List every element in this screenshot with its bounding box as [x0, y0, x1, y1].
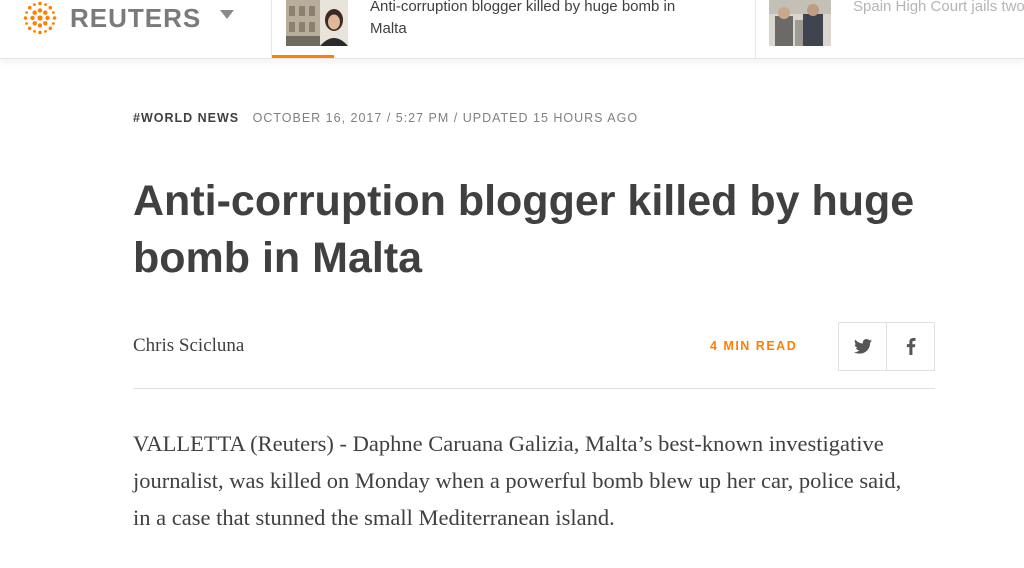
article-title: Anti-corruption blogger killed by huge b…: [133, 177, 915, 282]
top-navigation-bar: REUTERS Anti-corruption blogger killed b…: [0, 0, 1024, 59]
top-story-2[interactable]: Spain High Court jails two separatist le…: [755, 0, 1024, 58]
share-twitter-button[interactable]: [839, 323, 886, 370]
logo-wordmark: REUTERS: [70, 3, 202, 33]
read-time-label: 4 MIN READ: [710, 339, 798, 353]
share-facebook-button[interactable]: [886, 323, 934, 370]
article-dateline: OCTOBER 16, 2017 / 5:27 PM / UPDATED 15 …: [252, 111, 639, 125]
article-lede-paragraph: VALLETTA (Reuters) - Daphne Caruana Gali…: [133, 431, 902, 530]
story-thumbnail-image: [286, 0, 348, 46]
article-meta: #WORLD NEWS OCTOBER 16, 2017 / 5:27 PM /…: [133, 111, 638, 125]
section-tag-link[interactable]: #WORLD NEWS: [133, 111, 239, 125]
reuters-logo-icon: [23, 1, 57, 35]
reuters-logo[interactable]: REUTERS: [18, 0, 201, 36]
active-story-indicator: [272, 55, 334, 58]
story-headline[interactable]: Anti-corruption blogger killed by huge b…: [370, 0, 700, 40]
caret-down-icon[interactable]: [220, 10, 234, 19]
author-name-link[interactable]: Chris Scicluna: [133, 335, 244, 357]
top-story-1[interactable]: Anti-corruption blogger killed by huge b…: [271, 0, 756, 58]
byline-row: Chris Scicluna 4 MIN READ: [133, 322, 935, 389]
twitter-icon: [853, 339, 872, 354]
story-thumbnail-image: [769, 0, 831, 46]
story-headline[interactable]: Spain High Court jails two separatist le…: [853, 0, 1024, 18]
share-buttons: [838, 322, 935, 371]
facebook-icon: [906, 338, 916, 355]
